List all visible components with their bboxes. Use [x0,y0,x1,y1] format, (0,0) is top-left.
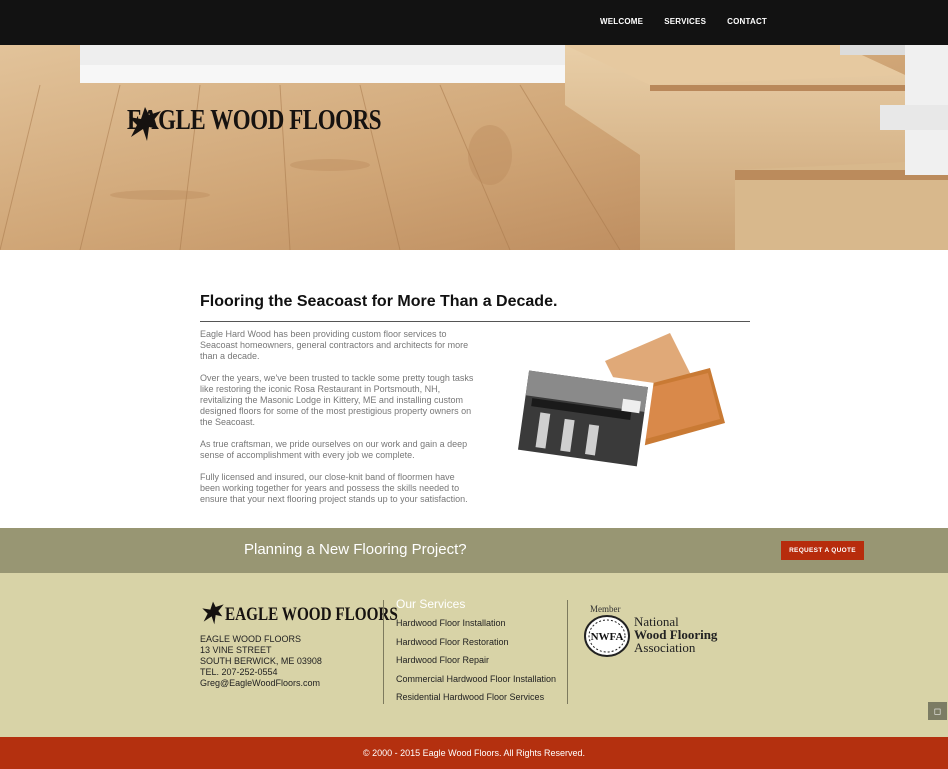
footer-divider [567,600,568,704]
service-link[interactable]: Hardwood Floor Restoration [396,636,556,655]
nwfa-seal-text: NWFA [591,631,624,643]
top-nav-bar: WELCOME SERVICES CONTACT [0,0,948,45]
footer-divider [383,600,384,704]
nwfa-member-label: Member [590,604,621,614]
services-title: Our Services [396,597,466,611]
cta-heading: Planning a New Flooring Project? [244,541,467,558]
intro-paragraph-4: Fully licensed and insured, our close-kn… [200,472,468,504]
main-nav: WELCOME SERVICES CONTACT [600,17,788,26]
hero-floor-image [0,45,948,250]
hero-banner: EAGLE WOOD FLOORS [0,45,948,250]
footer-brand-name: EAGLE WOOD FLOORS [225,604,398,625]
intro-paragraph-2: Over the years, we've been trusted to ta… [200,373,474,427]
service-link[interactable]: Residential Hardwood Floor Services [396,691,556,710]
intro-paragraph-3: As true craftsman, we pride ourselves on… [200,439,468,460]
services-list: Hardwood Floor Installation Hardwood Flo… [396,617,556,710]
copyright-bar: © 2000 - 2015 Eagle Wood Floors. All Rig… [0,737,948,769]
cta-band: Planning a New Flooring Project? REQUEST… [0,528,948,573]
nav-contact[interactable]: CONTACT [727,17,767,26]
intro-paragraph-1: Eagle Hard Wood has been providing custo… [200,329,469,361]
brand-name: EAGLE WOOD FLOORS [127,105,382,136]
nwfa-name: National Wood Flooring Association [634,615,717,654]
intro-text: Eagle Hard Wood has been providing custo… [200,329,475,516]
address-city: SOUTH BERWICK, ME 03908 [200,656,322,666]
nwfa-line-3: Association [634,640,696,655]
service-link[interactable]: Commercial Hardwood Floor Installation [396,673,556,692]
scroll-top-icon[interactable]: ◻ [928,702,947,720]
address-email[interactable]: Greg@EagleWoodFloors.com [200,678,322,689]
request-quote-button[interactable]: REQUEST A QUOTE [781,541,864,560]
headline-divider [200,321,750,322]
nav-services[interactable]: SERVICES [664,17,706,26]
page-headline: Flooring the Seacoast for More Than a De… [200,293,558,310]
address-company: EAGLE WOOD FLOORS [200,634,302,644]
site-footer: EAGLE WOOD FLOORS EAGLE WOOD FLOORS 13 V… [0,573,948,737]
address-phone: TEL. 207-252-0554 [200,667,278,677]
nav-welcome[interactable]: WELCOME [600,17,643,26]
footer-address: EAGLE WOOD FLOORS 13 VINE STREET SOUTH B… [200,634,322,689]
address-street: 13 VINE STREET [200,645,272,655]
project-photo-collage [512,333,725,473]
nwfa-seal-icon: NWFA [584,615,630,657]
brand-logo[interactable]: EAGLE WOOD FLOORS [127,105,437,141]
copyright-text: © 2000 - 2015 Eagle Wood Floors. All Rig… [362,748,586,758]
service-link[interactable]: Hardwood Floor Repair [396,654,556,673]
service-link[interactable]: Hardwood Floor Installation [396,617,556,636]
eagle-icon [202,601,224,625]
